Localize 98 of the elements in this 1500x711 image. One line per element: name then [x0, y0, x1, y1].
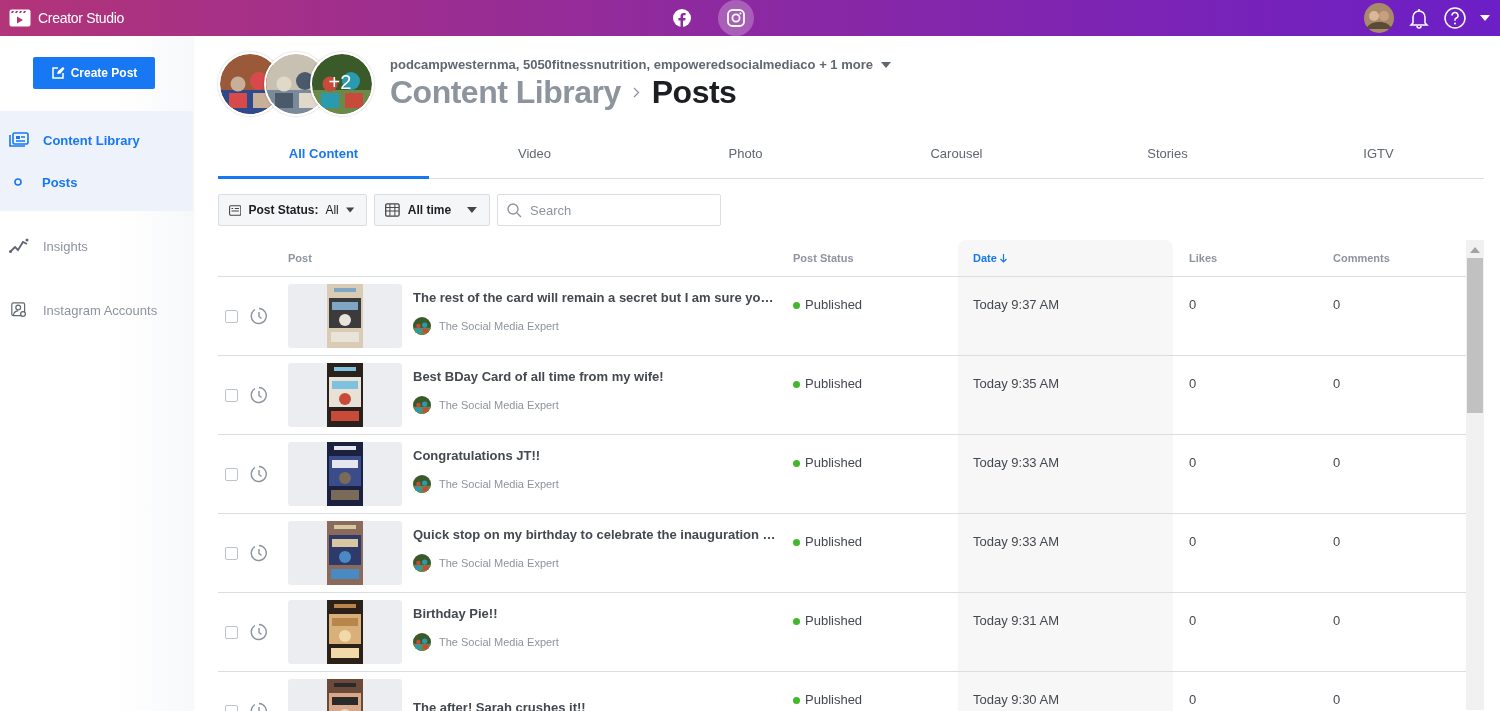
- column-header[interactable]: Likes: [1189, 252, 1218, 264]
- date-text: Today 9:33 AM: [973, 455, 1059, 470]
- film-icon: [9, 9, 31, 27]
- sidebar-item[interactable]: Insights: [0, 217, 88, 275]
- likes-count: 0: [1189, 613, 1197, 628]
- post-title[interactable]: Congratulations JT!!: [413, 447, 559, 463]
- author-name: The Social Media Expert: [439, 398, 559, 411]
- author-name: The Social Media Expert: [439, 477, 559, 490]
- account-list[interactable]: podcampwesternma, 5050fitnessnutrition, empoweredsocialmediaco + 1 more: [390, 57, 873, 72]
- line-chart-icon: [9, 238, 29, 254]
- library-icon: [9, 132, 29, 148]
- date-text: Today 9:37 AM: [973, 297, 1059, 312]
- status-text: Published: [805, 297, 863, 312]
- tab[interactable]: All Content: [218, 131, 429, 179]
- camera-icon: [727, 9, 745, 27]
- date-text: Today 9:33 AM: [973, 534, 1059, 549]
- comments-count: 0: [1333, 455, 1341, 470]
- facebook-icon: [673, 9, 691, 27]
- status-dot: [793, 302, 800, 309]
- chevron-icon: [632, 87, 640, 98]
- platform-tab[interactable]: [718, 0, 754, 36]
- likes-count: 0: [1189, 376, 1197, 391]
- comments-count: 0: [1333, 534, 1341, 549]
- caret-icon: [1480, 15, 1490, 21]
- clock-icon: [250, 386, 268, 404]
- author-name: The Social Media Expert: [439, 556, 559, 569]
- clock-icon: [250, 307, 268, 325]
- column-header[interactable]: Date: [973, 252, 997, 264]
- post-title[interactable]: The after! Sarah crushes it!!: [413, 699, 586, 711]
- caret-icon: [345, 207, 354, 213]
- checkbox[interactable]: [225, 388, 238, 402]
- create-post-button[interactable]: Create Post: [33, 57, 155, 89]
- date-text: Today 9:31 AM: [973, 613, 1059, 628]
- search-field[interactable]: Search: [497, 194, 721, 226]
- page-title: Posts: [651, 74, 737, 111]
- sort-arrow-icon: [999, 253, 1007, 263]
- status-dot: [793, 539, 800, 546]
- status-text: Published: [805, 692, 863, 707]
- status-dot: [793, 381, 800, 388]
- likes-count: 0: [1189, 297, 1197, 312]
- post-title[interactable]: Birthday Pie!!: [413, 605, 559, 621]
- column-header[interactable]: Post: [288, 252, 312, 264]
- circle-icon: [14, 178, 22, 186]
- likes-count: 0: [1189, 692, 1197, 707]
- user-settings-icon: [9, 302, 29, 318]
- tab[interactable]: IGTV: [1273, 131, 1484, 179]
- checkbox[interactable]: [225, 467, 238, 481]
- date-text: Today 9:35 AM: [973, 376, 1059, 391]
- likes-count: 0: [1189, 534, 1197, 549]
- tab[interactable]: Photo: [640, 131, 851, 179]
- clock-icon: [250, 623, 268, 641]
- sidebar-item[interactable]: Instagram Accounts: [0, 281, 158, 339]
- column-header[interactable]: Post Status: [793, 252, 854, 264]
- sidebar-subitem[interactable]: Posts: [0, 161, 78, 203]
- date-text: Today 9:30 AM: [973, 692, 1059, 707]
- avatar-icon[interactable]: [1364, 3, 1394, 33]
- status-text: Published: [805, 376, 863, 391]
- status-dot: [793, 618, 800, 625]
- post-title[interactable]: The rest of the card will remain a secret but I am sure yo…: [413, 289, 774, 305]
- author-name: The Social Media Expert: [439, 319, 559, 332]
- more-count: +2: [328, 70, 352, 94]
- post-title[interactable]: Best BDay Card of all time from my wife!: [413, 368, 664, 384]
- caret-icon: [467, 207, 477, 213]
- caret-icon: [880, 61, 891, 68]
- breadcrumb-link[interactable]: Content Library: [390, 74, 621, 111]
- comments-count: 0: [1333, 613, 1341, 628]
- sidebar-item[interactable]: Content Library: [0, 119, 140, 161]
- status-dot: [793, 460, 800, 467]
- status-text: Published: [805, 455, 863, 470]
- status-text: Published: [805, 613, 863, 628]
- status-text: Published: [805, 534, 863, 549]
- scroll-up-icon[interactable]: [1470, 247, 1480, 253]
- status-dot: [793, 697, 800, 704]
- date-range-filter[interactable]: All time: [374, 194, 490, 226]
- tab[interactable]: Stories: [1062, 131, 1273, 179]
- scrollbar[interactable]: [1466, 240, 1484, 710]
- edit-icon: [50, 66, 65, 80]
- app-title: Creator Studio: [38, 10, 125, 26]
- comments-count: 0: [1333, 297, 1341, 312]
- column-header[interactable]: Comments: [1333, 252, 1390, 264]
- checkbox[interactable]: [225, 309, 238, 323]
- comments-count: 0: [1333, 376, 1341, 391]
- card-icon: [229, 203, 242, 217]
- scrollbar-thumb[interactable]: [1467, 258, 1483, 413]
- calendar-icon: [385, 203, 400, 217]
- post-status-filter[interactable]: Post Status: All: [218, 194, 367, 226]
- tab[interactable]: Carousel: [851, 131, 1062, 179]
- comments-count: 0: [1333, 692, 1341, 707]
- tab[interactable]: Video: [429, 131, 640, 179]
- checkbox[interactable]: [225, 625, 238, 639]
- author-name: The Social Media Expert: [439, 635, 559, 648]
- post-title[interactable]: Quick stop on my birthday to celebrate the inauguration …: [413, 526, 776, 542]
- checkbox[interactable]: [225, 546, 238, 560]
- likes-count: 0: [1189, 455, 1197, 470]
- bell-icon[interactable]: [1408, 7, 1430, 29]
- help-icon[interactable]: [1444, 7, 1466, 29]
- clock-icon: [250, 465, 268, 483]
- clock-icon: [250, 544, 268, 562]
